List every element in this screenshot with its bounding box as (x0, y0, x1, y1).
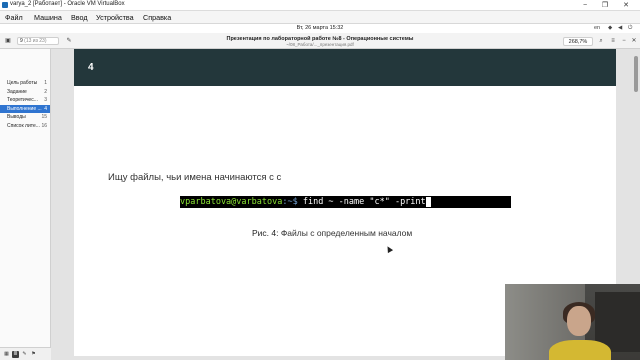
outline-view-icon[interactable]: ≣ (12, 351, 19, 358)
slide-header (74, 49, 616, 86)
sidebar-item-label: Цель работы (7, 80, 38, 86)
close-viewer-icon[interactable]: ✕ (629, 36, 639, 46)
menu-file[interactable]: Файл (5, 13, 23, 22)
webcam-overlay (505, 284, 640, 360)
sidebar-footer: ▦ ≣ ✎ ⚑ (0, 347, 51, 360)
sidebar-item-label: Теоретичес... (7, 97, 38, 103)
sidebar-item-label: Выполнение ... (7, 105, 42, 112)
zoom-select[interactable]: 268,7% (563, 37, 593, 46)
menu-input[interactable]: Ввод (71, 13, 88, 22)
thumbnails-view-icon[interactable]: ▦ (3, 351, 10, 358)
sidebar-item-theory[interactable]: Теоретичес... 3 (0, 96, 50, 105)
annotate-pencil-icon[interactable]: ✎ (64, 36, 74, 46)
close-button[interactable]: ✕ (617, 0, 635, 11)
terminal-cursor (425, 196, 431, 207)
search-icon[interactable]: ⌕ (596, 36, 606, 46)
terminal-command: find ~ -name "c*" -print (297, 197, 426, 207)
annotations-view-icon[interactable]: ✎ (21, 351, 28, 358)
menu-help[interactable]: Справка (143, 13, 171, 22)
vm-menubar: Файл Машина Ввод Устройства Справка (0, 11, 640, 24)
caption-text: Файлы с определенным началом (278, 228, 413, 238)
sidebar-item-page: 1 (44, 80, 47, 86)
terminal-screenshot: vparbatova@varbatova:~$ find ~ -name "c*… (180, 196, 511, 208)
power-icon[interactable]: ⏻ (628, 25, 632, 32)
sidebar-item-page: 15 (41, 114, 47, 120)
clock[interactable]: Вт, 26 марта 15:32 (0, 25, 640, 31)
sidebar-item-goal[interactable]: Цель работы 1 (0, 79, 50, 88)
sidebar-item-label: Задание (7, 88, 27, 95)
sidebar-item-execution[interactable]: Выполнение ... 4 (0, 104, 50, 113)
sidebar-item-references[interactable]: Список лите... 16 (0, 122, 50, 131)
figure-caption: Рис. 4: Файлы с определенным началом (252, 228, 412, 238)
network-icon[interactable]: ◆ (608, 25, 612, 31)
keyboard-layout[interactable]: en (594, 25, 600, 31)
bookmarks-view-icon[interactable]: ⚑ (30, 351, 37, 358)
terminal-path: :~$ (282, 197, 298, 207)
minimize-button[interactable]: − (576, 0, 594, 11)
menu-devices[interactable]: Устройства (96, 13, 134, 22)
page-current: 9 (20, 38, 23, 44)
maximize-button[interactable]: ❐ (596, 0, 614, 11)
sidebar-item-label: Выводы (7, 114, 26, 120)
guest-topbar: Вт, 26 марта 15:32 en ◆ ◀ ⏻ (0, 24, 640, 33)
outline-sidebar: Цель работы 1 Задание 2 Теоретичес... 3 … (0, 49, 51, 347)
window-titlebar: varya_2 [Работает] - Oracle VM VirtualBo… (0, 0, 640, 11)
sidebar-item-page: 2 (44, 88, 47, 95)
webcam-person-body (549, 340, 611, 360)
terminal-user-host: vparbatova@varbatova (180, 197, 283, 207)
menu-machine[interactable]: Машина (34, 13, 62, 22)
volume-icon[interactable]: ◀ (618, 25, 622, 31)
page-of: (13 из 23) (24, 38, 47, 44)
slide-number: 4 (88, 62, 94, 73)
sidebar-item-conclusions[interactable]: Выводы 15 (0, 113, 50, 122)
document-path: ~/08_Работа/..._презентация.pdf (286, 42, 354, 47)
scrollbar-thumb[interactable] (634, 56, 638, 92)
sidebar-item-page: 3 (44, 97, 47, 103)
sidebar-item-task[interactable]: Задание 2 (0, 88, 50, 97)
sidebar-item-label: Список лите... (7, 122, 40, 129)
page-input[interactable]: 9 (13 из 23) (17, 37, 59, 45)
webcam-person-face (567, 306, 591, 336)
window-title: varya_2 [Работает] - Oracle VM VirtualBo… (10, 1, 125, 7)
sidebar-item-page: 4 (44, 105, 47, 112)
slide-body-text: Ищу файлы, чьи имена начинаются с с (108, 172, 282, 183)
caption-label: Рис. 4: (252, 228, 279, 238)
sidebar-item-page: 16 (41, 122, 47, 129)
virtualbox-icon (2, 2, 8, 8)
viewer-headerbar: ▣ 9 (13 из 23) ✎ Презентация по лаборато… (0, 33, 640, 49)
sidebar-toggle-icon[interactable]: ▣ (3, 36, 13, 46)
menu-icon[interactable]: ≡ (608, 36, 618, 46)
minimize-viewer-icon[interactable]: − (619, 36, 629, 46)
